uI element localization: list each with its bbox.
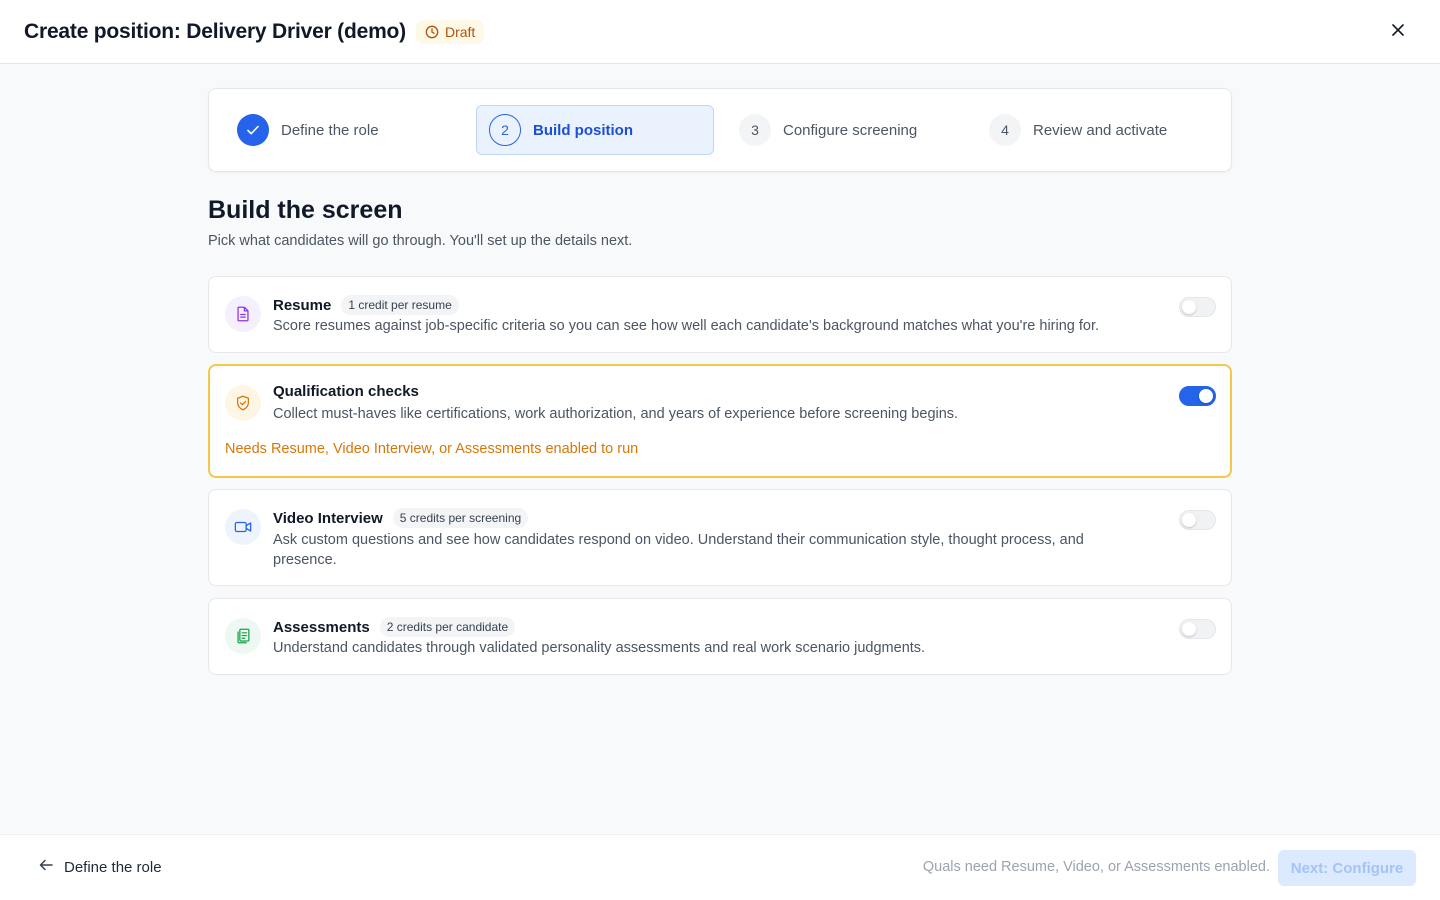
- option-description: Collect must-haves like certifications, …: [273, 406, 959, 422]
- step-configure-screening[interactable]: 3 Configure screening: [727, 105, 965, 155]
- screen-option-qualification-checks: Qualification checks Collect must-haves …: [208, 364, 1232, 478]
- option-name: Resume: [273, 297, 332, 314]
- option-name: Qualification checks: [273, 383, 419, 400]
- shield-check-icon: [225, 385, 261, 421]
- screen-option-video-interview: Video Interview 5 credits per screening A…: [208, 489, 1232, 586]
- toggle-knob: [1182, 622, 1196, 636]
- option-title: Video Interview 5 credits per screening: [273, 508, 529, 528]
- step-label: Configure screening: [783, 121, 918, 139]
- video-icon: [225, 509, 261, 545]
- video-interview-toggle[interactable]: [1179, 510, 1216, 530]
- footer-bar: Define the role Quals need Resume, Video…: [0, 834, 1440, 900]
- footer-hint: Quals need Resume, Video, or Assessments…: [922, 859, 1270, 875]
- option-title: Resume 1 credit per resume: [273, 295, 459, 315]
- resume-toggle[interactable]: [1179, 297, 1216, 317]
- toggle-knob: [1199, 389, 1213, 403]
- toggle-knob: [1182, 300, 1196, 314]
- screen-option-assessments: Assessments 2 credits per candidate Under…: [208, 598, 1232, 675]
- credit-cost-badge: 2 credits per candidate: [379, 617, 516, 637]
- top-bar: Create position: Delivery Driver (demo) …: [0, 0, 1440, 64]
- step-review-and-activate[interactable]: 4 Review and activate: [977, 105, 1215, 155]
- assessments-toggle[interactable]: [1179, 619, 1216, 639]
- page-title: Create position: Delivery Driver (demo): [24, 19, 406, 43]
- next-configure-button[interactable]: Next: Configure: [1278, 850, 1416, 886]
- option-title: Assessments 2 credits per candidate: [273, 617, 516, 637]
- option-name: Assessments: [273, 619, 370, 636]
- option-title: Qualification checks: [273, 383, 419, 400]
- step-label: Review and activate: [1033, 121, 1168, 139]
- step-label: Define the role: [281, 121, 379, 139]
- qualification-checks-toggle[interactable]: [1179, 386, 1216, 406]
- close-button[interactable]: [1386, 20, 1410, 44]
- step-number: 2: [489, 114, 521, 146]
- toggle-knob: [1182, 513, 1196, 527]
- close-icon: [1392, 23, 1404, 41]
- step-build-position[interactable]: 2 Build position: [476, 105, 714, 155]
- clock-icon: [425, 25, 439, 39]
- draft-status-badge: Draft: [415, 19, 485, 44]
- back-button[interactable]: Define the role: [38, 857, 162, 877]
- option-name: Video Interview: [273, 510, 383, 527]
- credit-cost-badge: 5 credits per screening: [392, 508, 529, 528]
- progress-stepper: Define the role 2 Build position 3 Confi…: [208, 88, 1232, 172]
- option-description: Ask custom questions and see how candida…: [273, 532, 1084, 568]
- step-number: 3: [739, 114, 771, 146]
- step-label: Build position: [533, 121, 633, 139]
- arrow-left-icon: [38, 857, 54, 877]
- step-define-the-role[interactable]: Define the role: [225, 105, 463, 155]
- dependency-warning: Needs Resume, Video Interview, or Assess…: [225, 441, 639, 457]
- clipboard-icon: [225, 618, 261, 654]
- document-icon: [225, 296, 261, 332]
- credit-cost-badge: 1 credit per resume: [341, 295, 459, 315]
- step-number: 4: [989, 114, 1021, 146]
- section-subheading: Pick what candidates will go through. Yo…: [208, 233, 633, 249]
- back-label: Define the role: [64, 858, 162, 876]
- screen-option-resume: Resume 1 credit per resume Score resumes …: [208, 276, 1232, 353]
- checkmark-icon: [237, 114, 269, 146]
- draft-label: Draft: [444, 23, 476, 40]
- option-description: Score resumes against job-specific crite…: [273, 318, 1100, 334]
- section-heading: Build the screen: [208, 196, 403, 224]
- option-description: Understand candidates through validated …: [273, 640, 926, 656]
